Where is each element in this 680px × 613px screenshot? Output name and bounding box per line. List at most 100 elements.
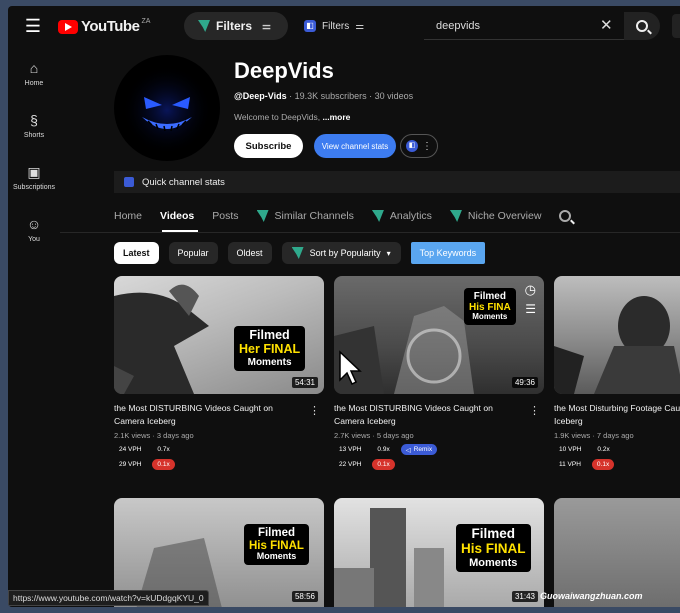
top-bar: ☰ YouTube ZA Filters ⚌ ◧ Filters ⚌ deepv… <box>8 6 680 46</box>
remix-icon: ◁ <box>405 446 411 454</box>
extension-menu-button[interactable]: ◧ ⋮ <box>400 134 438 158</box>
video-card[interactable]: Filmed His FINAL Moments 31:43 <box>334 498 544 607</box>
chip-oldest[interactable]: Oldest <box>227 242 272 264</box>
chip-popular[interactable]: Popular <box>168 242 218 264</box>
subscribe-button[interactable]: Subscribe <box>234 134 303 158</box>
ratio-badge: 0.1x <box>372 459 395 470</box>
badge-line: His FINAL <box>461 540 526 556</box>
chip-latest[interactable]: Latest <box>114 242 159 264</box>
sidebar-item-label: Shorts <box>23 132 45 139</box>
view-channel-stats-button[interactable]: View channel stats <box>314 134 396 158</box>
clear-search-icon[interactable]: ✕ <box>600 16 613 34</box>
chevron-down-icon: ▾ <box>386 248 391 258</box>
badge-line: Filmed <box>471 526 516 541</box>
extension-filter-icon <box>256 210 269 222</box>
video-card[interactable]: the Most Disturbing Footage Caught on Ca… <box>554 276 680 470</box>
channel-search-icon[interactable] <box>559 210 572 222</box>
sliders-icon: ⚌ <box>355 20 365 32</box>
tab-home[interactable]: Home <box>114 210 142 222</box>
video-title[interactable]: the Most DISTURBING Videos Caught on Cam… <box>114 402 304 428</box>
tab-analytics[interactable]: Analytics <box>371 210 432 222</box>
remix-badge[interactable]: ◁ Remix <box>400 444 438 455</box>
extension-filter-icon <box>371 210 384 222</box>
vph-stats-row: 29 VPH 0.1x <box>114 459 324 470</box>
mouse-cursor-icon <box>339 350 362 386</box>
video-thumbnail[interactable]: Filmed His FINAL Moments 31:43 <box>334 498 544 607</box>
badge-line: Filmed <box>473 291 506 302</box>
top-keywords-button[interactable]: Top Keywords <box>410 242 486 264</box>
sidebar-item-subscriptions[interactable]: ▣ Subscriptions <box>8 164 60 191</box>
tab-similar-channels[interactable]: Similar Channels <box>256 210 354 222</box>
channel-avatar[interactable] <box>114 55 220 161</box>
thumbnail-text-badge: Filmed Her FINAL Moments <box>234 326 306 371</box>
watch-later-icon[interactable]: ◷ <box>525 282 536 298</box>
search-button[interactable] <box>624 12 660 40</box>
video-meta: 2.1K views · 3 days ago <box>114 431 194 440</box>
thumbnail-image <box>554 296 680 394</box>
video-duration: 49:36 <box>511 377 538 388</box>
tab-videos[interactable]: Videos <box>160 210 194 222</box>
logo-country-code: ZA <box>141 18 151 25</box>
extension-filter-icon <box>291 247 304 259</box>
badge-line: Filmed <box>257 527 295 539</box>
vph-stats-row: 11 VPH 0.1x <box>554 459 680 470</box>
vph-stats-row: 13 VPH 0.9x ◁ Remix <box>334 444 544 455</box>
tab-label: Niche Overview <box>467 210 542 222</box>
tab-niche-overview[interactable]: Niche Overview <box>449 210 542 222</box>
more-link[interactable]: ...more <box>323 112 351 122</box>
vph-badge: 24 VPH <box>119 446 142 453</box>
shorts-icon: § <box>30 112 38 128</box>
search-value: deepvids <box>436 19 481 32</box>
youtube-logo[interactable]: YouTube ZA <box>58 18 150 35</box>
ratio-badge: 0.9x <box>377 446 390 453</box>
filters-button[interactable]: Filters ⚌ <box>184 12 288 40</box>
you-icon: ☺ <box>26 216 42 232</box>
extension-icon: ◧ <box>406 140 418 152</box>
thumbnail-text-badge: Filmed His FINAL Moments <box>244 524 309 566</box>
sidebar: ⌂ Home § Shorts ▣ Subscriptions ☺ You <box>8 46 60 606</box>
vph-badge: 13 VPH <box>339 446 362 453</box>
badge-line: Filmed <box>249 328 290 342</box>
subscriptions-icon: ▣ <box>27 164 41 180</box>
video-thumbnail[interactable]: Filmed Her FINAL Moments 54:31 <box>114 276 324 394</box>
tab-posts[interactable]: Posts <box>212 210 238 222</box>
badge-line: Moments <box>256 551 297 562</box>
channel-description[interactable]: Welcome to DeepVids, ...more <box>234 112 350 122</box>
video-title[interactable]: the Most Disturbing Footage Caught on Ca… <box>554 402 680 428</box>
video-duration: 31:43 <box>511 591 538 602</box>
ratio-badge: 0.1x <box>591 459 615 470</box>
sort-chips: Latest Popular Oldest Sort by Popularity… <box>114 242 495 264</box>
video-title[interactable]: the Most DISTURBING Videos Caught on Cam… <box>334 402 524 428</box>
extension-filter-icon <box>449 210 462 222</box>
channel-handle: @Deep-Vids <box>234 91 287 101</box>
sidebar-item-home[interactable]: ⌂ Home <box>8 60 60 87</box>
filters-small-button[interactable]: ◧ Filters ⚌ <box>304 16 364 36</box>
search-input[interactable]: deepvids <box>424 12 624 40</box>
more-vert-icon[interactable]: ⋮ <box>309 404 320 417</box>
watermark-text: Guowaiwangzhuan.com <box>540 591 643 601</box>
ratio-badge: 0.7x <box>157 446 170 453</box>
quick-channel-stats-bar[interactable]: Quick channel stats <box>114 171 680 193</box>
video-thumbnail[interactable] <box>554 276 680 394</box>
video-card[interactable]: Filmed His FINA Moments ◷ ☰ 49:36 the Mo… <box>334 276 544 470</box>
more-vert-icon: ⋮ <box>422 140 432 152</box>
hamburger-menu-icon[interactable]: ☰ <box>22 16 44 36</box>
sliders-icon: ⚌ <box>262 20 271 32</box>
video-card[interactable]: Filmed Her FINAL Moments 54:31 the Most … <box>114 276 324 470</box>
badge-line: Moments <box>472 312 508 321</box>
more-vert-icon[interactable]: ⋮ <box>529 404 540 417</box>
search-icon <box>636 20 648 32</box>
add-to-queue-icon[interactable]: ☰ <box>525 302 536 316</box>
vph-stats-row: 10 VPH 0.2x <box>554 444 680 455</box>
video-thumbnail[interactable]: Filmed His FINA Moments ◷ ☰ 49:36 <box>334 276 544 394</box>
vph-stats-row: 22 VPH 0.1x <box>334 459 544 470</box>
sidebar-item-shorts[interactable]: § Shorts <box>8 112 60 139</box>
sidebar-item-you[interactable]: ☺ You <box>8 216 60 243</box>
home-icon: ⌂ <box>29 60 39 76</box>
tab-label: Videos <box>160 210 195 222</box>
channel-name: DeepVids <box>234 58 334 83</box>
vph-badge: 22 VPH <box>339 461 362 468</box>
sort-by-popularity-dropdown[interactable]: Sort by Popularity ▾ <box>281 242 401 264</box>
keyboard-button[interactable] <box>672 14 680 38</box>
demon-face-icon <box>122 65 212 155</box>
